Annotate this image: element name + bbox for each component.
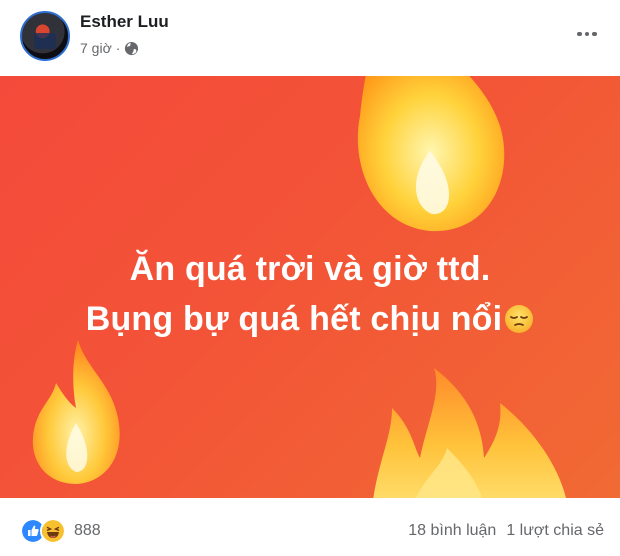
more-dot-icon: [584, 31, 590, 37]
fire-icon: [373, 368, 567, 498]
more-dot-icon: [592, 31, 597, 37]
haha-icon: [40, 518, 66, 544]
sad-face-icon: [505, 305, 534, 333]
more-dot-icon: [577, 31, 582, 37]
post-text-line-1: Ăn quá trời và giờ ttd.: [129, 250, 491, 288]
fire-icon: [32, 340, 120, 484]
post-meta: 7 giờ ·: [80, 40, 139, 56]
globe-icon[interactable]: [124, 41, 139, 56]
post-text-line-2: Bụng bự quá hết chịu nổi: [0, 300, 620, 339]
post-time[interactable]: 7 giờ: [80, 40, 112, 56]
reaction-count[interactable]: 888: [74, 522, 101, 540]
reaction-summary[interactable]: 888: [20, 518, 101, 544]
avatar[interactable]: [20, 11, 70, 61]
shares-count-link[interactable]: 1 lượt chia sẻ: [506, 522, 604, 540]
post-text-line-2-text: Bụng bự quá hết chịu nổi: [85, 300, 503, 338]
fire-icon: [357, 76, 505, 232]
more-options-button[interactable]: [574, 24, 600, 44]
post-background-card: Ăn quá trời và giờ ttd. Bụng bự quá hết …: [0, 76, 620, 498]
meta-separator: ·: [115, 40, 121, 56]
post-stats: 18 bình luận 1 lượt chia sẻ: [408, 522, 604, 540]
author-name[interactable]: Esther Luu: [80, 12, 169, 32]
post-header: Esther Luu 7 giờ ·: [0, 0, 620, 74]
comments-count-link[interactable]: 18 bình luận: [408, 522, 496, 540]
post-footer: 888 18 bình luận 1 lượt chia sẻ: [0, 498, 620, 556]
